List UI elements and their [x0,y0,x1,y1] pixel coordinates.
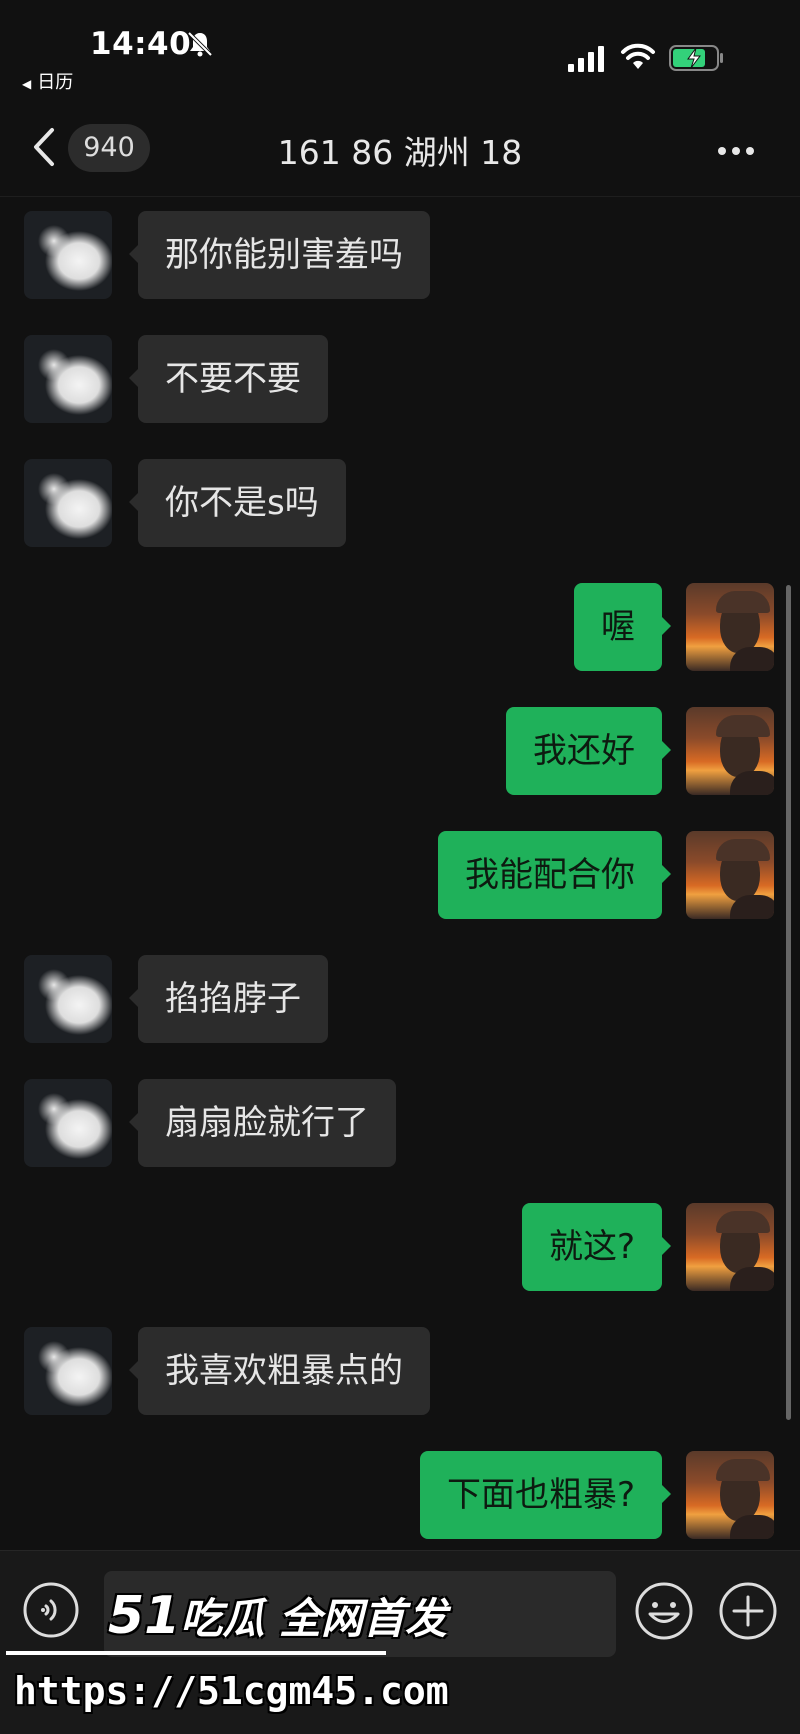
contact-avatar[interactable] [24,459,112,547]
chat-header: 940 161 86 湖州 18 [0,100,800,197]
wifi-icon [621,43,655,69]
status-time: 14:40 [90,26,192,62]
contact-avatar[interactable] [24,1079,112,1167]
message-incoming: 我喜欢粗暴点的 [0,1327,800,1415]
contact-avatar[interactable] [24,335,112,423]
message-list[interactable]: 那你能别害羞吗 不要不要 你不是s吗 喔 我还好 我能配合你 掐掐脖子 扇扇脸就… [0,196,800,1550]
message-outgoing: 就这? [0,1203,800,1291]
my-avatar[interactable] [686,1203,774,1291]
contact-avatar[interactable] [24,211,112,299]
emoji-icon[interactable] [634,1581,694,1641]
my-avatar[interactable] [686,583,774,671]
message-incoming: 不要不要 [0,335,800,423]
message-outgoing: 我能配合你 [0,831,800,919]
message-bubble[interactable]: 我还好 [506,707,671,795]
watermark: 51吃瓜 全网首发 https://51cgm45.com [0,1585,449,1733]
battery-charging-icon [669,45,723,71]
back-app-label: 日历 [37,72,74,93]
my-avatar[interactable] [686,831,774,919]
bell-mute-icon [187,31,213,57]
message-bubble[interactable]: 我喜欢粗暴点的 [129,1327,430,1415]
contact-avatar[interactable] [24,955,112,1043]
plus-icon[interactable] [718,1581,778,1641]
watermark-url: https://51cgm45.com [14,1669,449,1713]
contact-avatar[interactable] [24,1327,112,1415]
watermark-number: 51 [108,1586,181,1646]
message-bubble[interactable]: 喔 [574,583,671,671]
watermark-brand: 51吃瓜 全网首发 [108,1585,447,1646]
message-incoming: 掐掐脖子 [0,955,800,1043]
message-bubble[interactable]: 不要不要 [129,335,328,423]
message-bubble[interactable]: 那你能别害羞吗 [129,211,430,299]
scrollbar[interactable] [786,585,791,1420]
status-bar: 14:40 ◀ 日历 [0,0,800,100]
message-bubble[interactable]: 扇扇脸就行了 [129,1079,396,1167]
message-outgoing: 我还好 [0,707,800,795]
message-bubble[interactable]: 我能配合你 [438,831,671,919]
message-incoming: 那你能别害羞吗 [0,211,800,299]
message-incoming: 你不是s吗 [0,459,800,547]
message-bubble[interactable]: 掐掐脖子 [129,955,328,1043]
message-bubble[interactable]: 下面也粗暴? [419,1451,672,1539]
watermark-text: 吃瓜 全网首发 [180,1594,447,1643]
signal-icon [568,46,604,72]
my-avatar[interactable] [686,1451,774,1539]
message-outgoing: 下面也粗暴? [0,1451,800,1539]
chat-title: 161 86 湖州 18 [277,133,523,172]
message-incoming: 扇扇脸就行了 [0,1079,800,1167]
message-bubble[interactable]: 就这? [521,1203,672,1291]
my-avatar[interactable] [686,707,774,795]
message-outgoing: 喔 [0,583,800,671]
more-icon[interactable] [718,140,764,156]
watermark-divider [6,1651,386,1655]
message-bubble[interactable]: 你不是s吗 [129,459,346,547]
back-to-app-link[interactable]: ◀ 日历 [22,68,73,94]
back-triangle-icon: ◀ [22,77,32,91]
